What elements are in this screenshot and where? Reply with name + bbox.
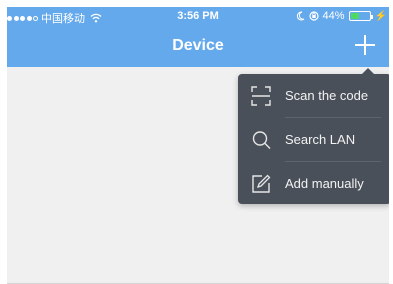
scan-icon — [251, 86, 271, 106]
status-bar: 中国移动 3:56 PM 44% ⚡ — [7, 7, 389, 25]
app-screen: 中国移动 3:56 PM 44% ⚡ Device Scan the code … — [7, 7, 389, 284]
menu-item-label: Scan the code — [285, 88, 369, 103]
edit-icon — [252, 174, 271, 193]
nav-bar: 中国移动 3:56 PM 44% ⚡ Device — [7, 7, 389, 67]
battery-level — [350, 13, 359, 19]
orientation-lock-icon — [308, 11, 319, 21]
moon-icon — [296, 11, 304, 21]
menu-item-add-manually[interactable]: Add manually — [238, 162, 389, 205]
battery-icon — [348, 11, 373, 21]
add-device-button[interactable] — [355, 35, 375, 55]
charging-icon: ⚡ — [374, 10, 387, 22]
add-menu-popover: Scan the code Search LAN Add manually — [238, 68, 389, 205]
menu-item-scan-code[interactable]: Scan the code — [238, 74, 389, 117]
menu-item-label: Add manually — [285, 176, 364, 191]
status-right: 44% ⚡ — [296, 10, 387, 22]
page-title: Device — [172, 37, 224, 54]
menu-item-search-lan[interactable]: Search LAN — [238, 118, 389, 161]
search-icon — [252, 131, 271, 149]
battery-percent: 44% — [322, 10, 345, 22]
menu-item-label: Search LAN — [285, 132, 356, 147]
